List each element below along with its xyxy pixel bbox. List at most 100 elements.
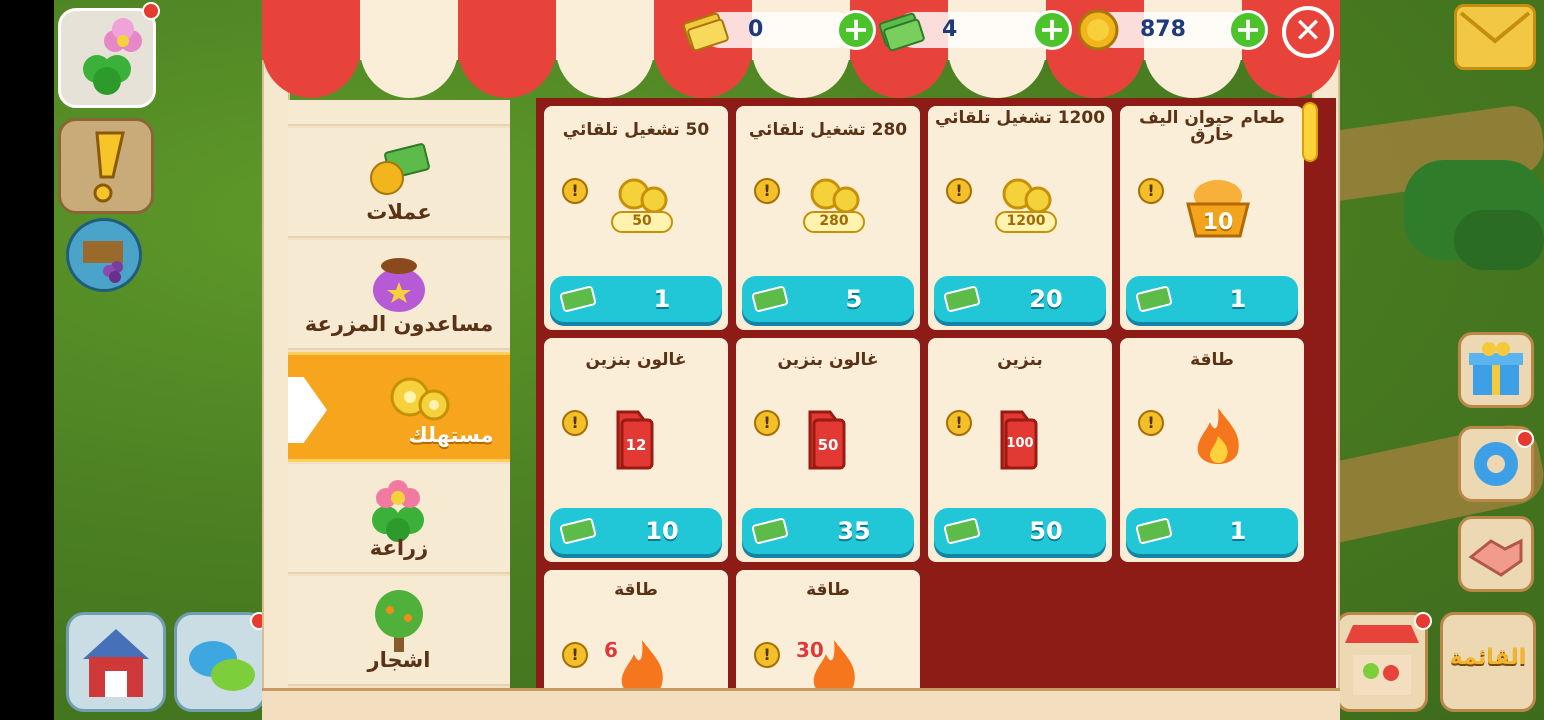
category-label: اشجار [367, 648, 431, 672]
category-label: عملات [366, 200, 432, 224]
item-badge: 50 [817, 436, 839, 454]
item-title: غالون بنزين [585, 350, 687, 370]
screen-edge-bar [0, 0, 54, 720]
mail-icon[interactable] [1454, 4, 1536, 70]
item-card[interactable]: 280 تشغيل تلقائي ! 280 5 [736, 106, 920, 330]
info-icon[interactable]: ! [754, 642, 780, 668]
buy-button[interactable]: 20 [934, 276, 1106, 322]
buy-button[interactable]: 1 [550, 276, 722, 322]
cash-icon [558, 284, 598, 314]
buy-button[interactable]: 50 [934, 508, 1106, 554]
info-icon[interactable]: ! [562, 410, 588, 436]
category-label: زراعة [369, 536, 429, 560]
menu-button[interactable]: القائمة [1440, 612, 1536, 712]
grape-crate-icon[interactable] [66, 218, 142, 292]
autorun-gears-icon: 280 [796, 170, 872, 246]
category-label: مساعدون المزرعة [304, 312, 494, 336]
cash-icon [1134, 284, 1174, 314]
notification-dot [1516, 430, 1534, 448]
left-post [262, 60, 290, 720]
info-icon[interactable]: ! [562, 642, 588, 668]
info-icon[interactable]: ! [754, 410, 780, 436]
cash-coins-icon [363, 140, 435, 204]
item-title: غالون بنزين [777, 350, 879, 370]
item-title: 1200 تشغيل تلقائي [934, 108, 1106, 128]
item-price: 20 [1029, 285, 1063, 313]
buy-button[interactable]: 10 [550, 508, 722, 554]
item-price: 5 [845, 285, 863, 313]
item-card[interactable]: بنزين ! 100 50 [928, 338, 1112, 562]
quest-alert-icon[interactable] [58, 118, 154, 214]
cash-icon [1134, 516, 1174, 546]
buy-button[interactable]: 1 [1126, 276, 1298, 322]
info-icon[interactable]: ! [1138, 178, 1164, 204]
game-scene: القائمة عملات مساعدون المزرعة مستهلك زرا… [0, 0, 1544, 720]
fire-icon: 6 [604, 634, 680, 690]
item-card[interactable]: غالون بنزين ! 12 10 [544, 338, 728, 562]
shop-booth: عملات مساعدون المزرعة مستهلك زراعة اشجار… [262, 0, 1340, 720]
item-card[interactable]: طاقة ! 6 [544, 570, 728, 690]
item-card[interactable]: 1200 تشغيل تلقائي ! 1200 20 [928, 106, 1112, 330]
category-farm-helpers[interactable]: مساعدون المزرعة [288, 240, 510, 350]
fire-icon: 30 [796, 634, 872, 690]
item-title: طاقة [806, 580, 850, 600]
cash-icon [942, 284, 982, 314]
menu-label: القائمة [1449, 645, 1527, 670]
item-badge: 100 [1006, 436, 1034, 451]
category-consumables[interactable]: مستهلك [288, 352, 510, 462]
notification-dot [142, 2, 160, 20]
cash-bundle-count: 0 [748, 17, 764, 42]
category-label: مستهلك [408, 423, 494, 447]
autorun-gears-icon: 1200 [988, 170, 1064, 246]
close-button[interactable]: ✕ [1282, 6, 1334, 58]
buy-button[interactable]: 35 [742, 508, 914, 554]
item-title: بنزين [997, 350, 1043, 370]
item-card[interactable]: طاقة ! 1 [1120, 338, 1304, 562]
cash-icon [750, 284, 790, 314]
shop-stall-icon[interactable] [1336, 612, 1428, 712]
cash-bundle-icon [680, 6, 730, 56]
flower-photo-icon[interactable] [58, 8, 156, 108]
item-badge: 30 [796, 638, 824, 662]
notification-dot [1414, 612, 1432, 630]
item-title: 280 تشغيل تلقائي [748, 120, 908, 140]
fuel-can-icon: 12 [604, 402, 680, 478]
gift-icon[interactable] [1458, 332, 1534, 408]
item-title: طعام حيوان اليف خارق [1139, 108, 1285, 145]
item-card[interactable]: طاقة ! 30 [736, 570, 920, 690]
item-badge: 6 [604, 638, 618, 662]
item-badge: 10 [1202, 210, 1234, 235]
buy-button[interactable]: 5 [742, 276, 914, 322]
add-coins-button[interactable]: + [1228, 10, 1268, 50]
item-card[interactable]: غالون بنزين ! 50 35 [736, 338, 920, 562]
item-badge: 1200 [1006, 213, 1046, 229]
coin-count: 878 [1140, 17, 1186, 42]
magic-bag-icon [367, 252, 431, 320]
category-trees[interactable]: اشجار [288, 576, 510, 686]
info-icon[interactable]: ! [562, 178, 588, 204]
info-icon[interactable]: ! [1138, 410, 1164, 436]
item-badge: 12 [625, 436, 647, 454]
category-farming[interactable]: زراعة [288, 464, 510, 574]
info-icon[interactable]: ! [754, 178, 780, 204]
info-icon[interactable]: ! [946, 410, 972, 436]
counter-ledge [262, 688, 1340, 720]
item-card[interactable]: طعام حيوان اليف خارق ! 10 1 [1120, 106, 1304, 330]
cash-icon [750, 516, 790, 546]
barn-icon[interactable] [66, 612, 166, 712]
item-card[interactable]: 50 تشغيل تلقائي ! 50 1 [544, 106, 728, 330]
category-coins[interactable]: عملات [288, 128, 510, 238]
info-icon[interactable]: ! [946, 178, 972, 204]
scrollbar-thumb[interactable] [1302, 102, 1318, 162]
pet-food-bowl-icon: 10 [1180, 170, 1256, 246]
category-sidebar: عملات مساعدون المزرعة مستهلك زراعة اشجار [288, 100, 510, 690]
coin-icon [1076, 8, 1120, 56]
buy-button[interactable]: 1 [1126, 508, 1298, 554]
item-badge: 280 [819, 213, 849, 229]
add-cash-button[interactable]: + [1032, 10, 1072, 50]
handshake-icon[interactable] [1458, 516, 1534, 592]
item-title: طاقة [1190, 350, 1234, 370]
item-badge: 50 [632, 213, 652, 229]
add-cash-bundle-button[interactable]: + [836, 10, 876, 50]
item-title: 50 تشغيل تلقائي [562, 120, 710, 140]
